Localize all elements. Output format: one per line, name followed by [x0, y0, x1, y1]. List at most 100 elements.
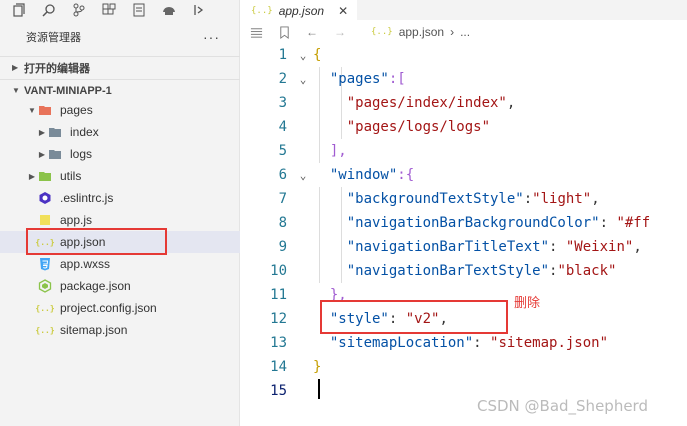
- code-token: :{: [397, 167, 415, 183]
- code-line: 8 "navigationBarBackgroundColor": "#ff: [241, 211, 687, 235]
- activity-bar: [0, 0, 240, 20]
- tree-item-label: sitemap.json: [60, 323, 128, 337]
- tab-app-json[interactable]: {..} app.json ✕: [241, 0, 357, 20]
- line-number: 1: [278, 47, 287, 63]
- npm-icon: [38, 279, 52, 293]
- css-icon: [38, 257, 52, 271]
- code-token: "navigationBarBackgroundColor": [346, 215, 600, 231]
- code-line: 14 }: [241, 355, 687, 379]
- editor-area: {..} app.json ✕ ← → {..} app.json › ... …: [241, 0, 687, 426]
- code-token: "v2": [405, 311, 440, 327]
- project-name: VANT-MINIAPP-1: [24, 84, 112, 97]
- explorer-header: 资源管理器 ···: [0, 26, 240, 48]
- tree-item-eslintrc[interactable]: .eslintrc.js: [0, 187, 240, 209]
- annotation-delete: 删除: [514, 296, 541, 311]
- breadcrumb-more[interactable]: ...: [460, 25, 470, 39]
- forward-arrow-icon[interactable]: →: [333, 25, 347, 39]
- tree-item-label: app.wxss: [60, 257, 111, 271]
- docs-icon[interactable]: [132, 3, 146, 17]
- tree-item-label: index: [70, 125, 99, 139]
- search-icon[interactable]: [42, 3, 56, 17]
- code-token: "pages": [329, 71, 389, 87]
- code-line: 4 "pages/logs/logs": [241, 115, 687, 139]
- line-number: 6: [278, 167, 287, 183]
- json-icon: {..}: [35, 237, 55, 247]
- close-icon[interactable]: ✕: [338, 4, 348, 18]
- code-token: {: [313, 47, 322, 63]
- files-icon[interactable]: [12, 3, 26, 17]
- code-token: "sitemapLocation": [329, 335, 474, 351]
- tree-item-label: app.json: [60, 235, 106, 249]
- back-arrow-icon[interactable]: ←: [305, 25, 319, 39]
- json-icon: {..}: [251, 5, 273, 16]
- line-number: 7: [278, 191, 287, 207]
- breadcrumb-file[interactable]: app.json: [399, 25, 444, 39]
- tree-item-app-js[interactable]: app.js: [0, 209, 240, 231]
- folder-icon: [38, 169, 52, 183]
- chevron-down-icon: ▼: [12, 86, 20, 95]
- code-token: "light": [532, 191, 592, 207]
- tree-item-utils[interactable]: ▶ utils: [0, 165, 240, 187]
- chevron-right-icon: ▶: [28, 171, 36, 181]
- breadcrumb: {..} app.json › ...: [371, 25, 470, 39]
- line-number: 15: [270, 383, 287, 399]
- project-section[interactable]: ▼ VANT-MINIAPP-1: [0, 79, 240, 101]
- code-line: 7 "backgroundTextStyle":"light",: [241, 187, 687, 211]
- folder-open-icon: [38, 103, 52, 117]
- explorer-sidebar: 资源管理器 ··· ▶ 打开的编辑器 ▼ VANT-MINIAPP-1 ▼ pa…: [0, 0, 240, 426]
- chevron-down-icon: ▼: [28, 105, 36, 115]
- line-number: 4: [278, 119, 287, 135]
- source-control-icon[interactable]: [72, 3, 86, 17]
- folder-icon: [48, 125, 62, 139]
- tree-item-package-json[interactable]: package.json: [0, 275, 240, 297]
- chevron-down-icon[interactable]: ⌄: [293, 169, 313, 182]
- chevron-right-icon: ▶: [38, 149, 46, 159]
- code-line: 10 "navigationBarTextStyle":"black": [241, 259, 687, 283]
- tree-item-index[interactable]: ▶ index: [0, 121, 240, 143]
- open-editors-label: 打开的编辑器: [24, 62, 90, 75]
- bookmark-icon[interactable]: [277, 25, 291, 39]
- extensions-icon[interactable]: [102, 3, 116, 17]
- more-actions-button[interactable]: ···: [203, 29, 220, 45]
- code-line: 3 "pages/index/index",: [241, 91, 687, 115]
- code-line: 11 },: [241, 283, 687, 307]
- chevron-down-icon[interactable]: ⌄: [293, 49, 313, 62]
- tree-item-label: logs: [70, 147, 93, 161]
- tab-bar: {..} app.json ✕: [241, 0, 687, 20]
- more-icon[interactable]: [192, 3, 206, 17]
- line-number: 2: [278, 71, 287, 87]
- code-token: "black": [557, 263, 617, 279]
- open-editors-section[interactable]: ▶ 打开的编辑器: [0, 56, 240, 78]
- tree-item-sitemap[interactable]: {..} sitemap.json: [0, 319, 240, 341]
- code-token: :[: [388, 71, 406, 87]
- tree-item-label: utils: [60, 169, 82, 183]
- chevron-right-icon: ▶: [38, 127, 46, 137]
- code-token: "backgroundTextStyle": [346, 191, 524, 207]
- tree-item-app-wxss[interactable]: app.wxss: [0, 253, 240, 275]
- line-number: 9: [278, 239, 287, 255]
- code-token: "window": [329, 167, 398, 183]
- code-token: "navigationBarTextStyle": [346, 263, 550, 279]
- tree-item-app-json[interactable]: {..} app.json: [0, 231, 240, 253]
- line-number: 3: [278, 95, 287, 111]
- chevron-down-icon[interactable]: ⌄: [293, 73, 313, 86]
- tree-item-project-config[interactable]: {..} project.config.json: [0, 297, 240, 319]
- remote-icon[interactable]: [162, 3, 176, 17]
- line-number: 12: [270, 311, 287, 327]
- code-line: 9 "navigationBarTitleText": "Weixin",: [241, 235, 687, 259]
- tree-item-pages[interactable]: ▼ pages: [0, 99, 240, 121]
- code-line: 13 "sitemapLocation": "sitemap.json": [241, 331, 687, 355]
- code-token: },: [329, 287, 347, 303]
- tree-item-logs[interactable]: ▶ logs: [0, 143, 240, 165]
- code-line: 12 "style": "v2",: [241, 307, 687, 331]
- tree-item-label: project.config.json: [60, 301, 157, 315]
- list-icon[interactable]: [249, 25, 263, 39]
- tree-item-label: pages: [60, 103, 93, 117]
- json-icon: {..}: [35, 325, 55, 335]
- folder-icon: [48, 147, 62, 161]
- tab-label: app.json: [278, 3, 325, 18]
- code-token: "pages/index/index": [346, 95, 507, 111]
- chevron-right-icon: ▶: [12, 63, 19, 72]
- tree-item-label: app.js: [60, 213, 93, 227]
- code-editor[interactable]: 1 ⌄ { 2 ⌄ "pages":[ 3 "pages/index/index…: [241, 43, 687, 403]
